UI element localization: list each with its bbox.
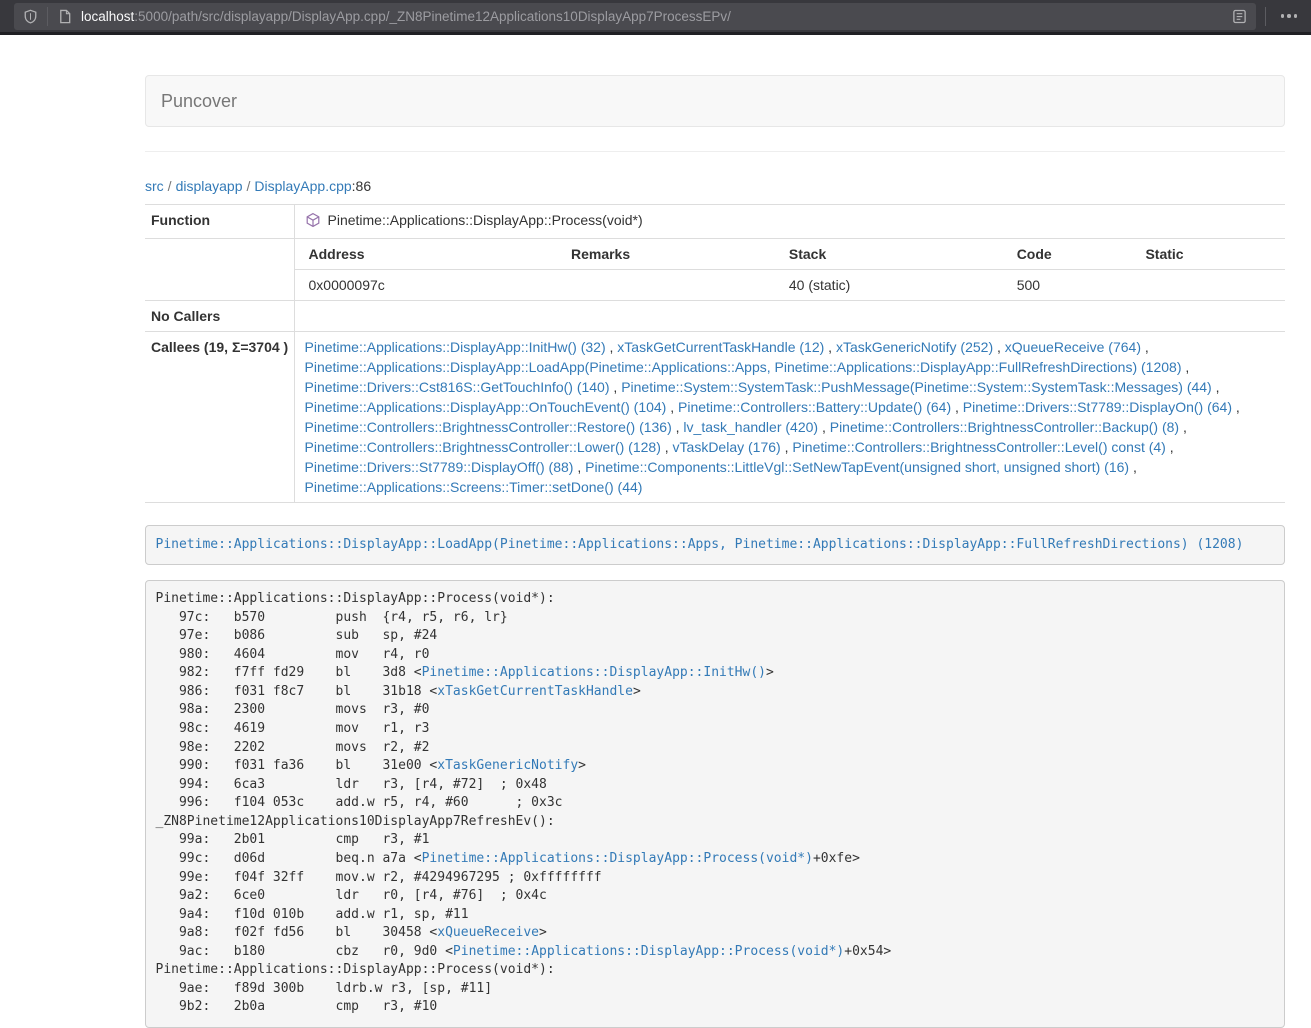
col-header-remarks: Remarks bbox=[557, 239, 775, 270]
breadcrumb-link-file[interactable]: DisplayApp.cpp bbox=[254, 178, 351, 194]
browser-toolbar: localhost:5000/path/src/displayapp/Displ… bbox=[0, 0, 1311, 35]
menu-dots-icon[interactable] bbox=[1275, 14, 1304, 18]
url-text: localhost:5000/path/src/displayapp/Displ… bbox=[81, 9, 1232, 24]
app-brand[interactable]: Puncover bbox=[146, 91, 237, 111]
callee-link[interactable]: Pinetime::Applications::Screens::Timer::… bbox=[305, 479, 643, 495]
callees-row: Callees (19, Σ=3704 ) Pinetime::Applicat… bbox=[145, 332, 1285, 503]
code-value: 500 bbox=[1003, 270, 1132, 301]
callee-link[interactable]: Pinetime::Components::LittleVgl::SetNewT… bbox=[585, 459, 1129, 475]
remarks-value bbox=[557, 270, 775, 301]
asm-symbol-link[interactable]: xTaskGetCurrentTaskHandle bbox=[437, 684, 633, 699]
highlighted-symbol-box: Pinetime::Applications::DisplayApp::Load… bbox=[145, 525, 1285, 565]
breadcrumb-link-displayapp[interactable]: displayapp bbox=[176, 178, 243, 194]
divider bbox=[145, 151, 1285, 152]
asm-symbol-link[interactable]: xQueueReceive bbox=[437, 925, 539, 940]
breadcrumb-separator: / bbox=[243, 178, 255, 194]
no-callers-label: No Callers bbox=[145, 301, 294, 332]
callee-link[interactable]: Pinetime::Applications::DisplayApp::OnTo… bbox=[305, 399, 667, 415]
metrics-row: Address Remarks Stack Code Static 0x0000… bbox=[145, 239, 1285, 301]
callees-list: Pinetime::Applications::DisplayApp::Init… bbox=[294, 332, 1285, 503]
function-label: Function bbox=[145, 205, 294, 239]
no-callers-row: No Callers bbox=[145, 301, 1285, 332]
address-value: 0x0000097c bbox=[295, 270, 557, 301]
url-path: :5000/path/src/displayapp/DisplayApp.cpp… bbox=[134, 9, 731, 24]
toolbar-divider bbox=[1265, 7, 1266, 26]
puncover-page: Puncover src/displayapp/DisplayApp.cpp:8… bbox=[0, 75, 1311, 1028]
callee-link[interactable]: Pinetime::Drivers::Cst816S::GetTouchInfo… bbox=[305, 379, 610, 395]
page-icon bbox=[57, 8, 73, 24]
asm-symbol-link[interactable]: Pinetime::Applications::DisplayApp::Proc… bbox=[453, 944, 844, 959]
callee-link[interactable]: xTaskGetCurrentTaskHandle (12) bbox=[617, 339, 824, 355]
callee-link[interactable]: Pinetime::Drivers::St7789::DisplayOn() (… bbox=[963, 399, 1232, 415]
urlbar-divider bbox=[47, 7, 48, 26]
col-header-address: Address bbox=[295, 239, 557, 270]
reader-mode-icon[interactable] bbox=[1232, 8, 1248, 24]
breadcrumb: src/displayapp/DisplayApp.cpp:86 bbox=[145, 176, 1285, 196]
callee-link[interactable]: Pinetime::Controllers::BrightnessControl… bbox=[305, 439, 661, 455]
callee-link[interactable]: Pinetime::System::SystemTask::PushMessag… bbox=[621, 379, 1212, 395]
callee-link[interactable]: Pinetime::Applications::DisplayApp::Init… bbox=[305, 339, 606, 355]
asm-symbol-link[interactable]: Pinetime::Applications::DisplayApp::Proc… bbox=[422, 851, 813, 866]
metrics-values-row: 0x0000097c 40 (static) 500 bbox=[295, 270, 1286, 301]
asm-symbol-link[interactable]: Pinetime::Applications::DisplayApp::Init… bbox=[422, 665, 766, 680]
callee-link[interactable]: Pinetime::Controllers::Battery::Update()… bbox=[678, 399, 951, 415]
col-header-code: Code bbox=[1003, 239, 1132, 270]
url-bar[interactable]: localhost:5000/path/src/displayapp/Displ… bbox=[14, 3, 1256, 30]
col-header-stack: Stack bbox=[775, 239, 1003, 270]
function-row: Function Pinetime::Applications::Display… bbox=[145, 205, 1285, 239]
static-value bbox=[1131, 270, 1285, 301]
breadcrumb-link-src[interactable]: src bbox=[145, 178, 164, 194]
metrics-table: Address Remarks Stack Code Static 0x0000… bbox=[295, 239, 1286, 300]
breadcrumb-line-number: :86 bbox=[352, 178, 371, 194]
breadcrumb-separator: / bbox=[164, 178, 176, 194]
callees-label: Callees (19, Σ=3704 ) bbox=[145, 332, 294, 503]
col-header-static: Static bbox=[1131, 239, 1285, 270]
callee-link[interactable]: Pinetime::Drivers::St7789::DisplayOff() … bbox=[305, 459, 574, 475]
asm-symbol-link[interactable]: xTaskGenericNotify bbox=[437, 758, 578, 773]
callee-link[interactable]: Pinetime::Controllers::BrightnessControl… bbox=[792, 439, 1165, 455]
function-name: Pinetime::Applications::DisplayApp::Proc… bbox=[328, 210, 643, 230]
url-host: localhost bbox=[81, 9, 134, 24]
callee-link[interactable]: Pinetime::Applications::DisplayApp::Load… bbox=[305, 359, 1182, 375]
highlighted-symbol-link[interactable]: Pinetime::Applications::DisplayApp::Load… bbox=[156, 537, 1244, 552]
assembly-listing: Pinetime::Applications::DisplayApp::Proc… bbox=[145, 580, 1285, 1028]
cube-symbol-icon bbox=[305, 212, 321, 228]
app-navbar: Puncover bbox=[145, 75, 1285, 127]
callee-link[interactable]: vTaskDelay (176) bbox=[673, 439, 781, 455]
callee-link[interactable]: xQueueReceive (764) bbox=[1005, 339, 1141, 355]
callee-link[interactable]: Pinetime::Controllers::BrightnessControl… bbox=[830, 419, 1179, 435]
callee-link[interactable]: lv_task_handler (420) bbox=[683, 419, 818, 435]
callee-link[interactable]: Pinetime::Controllers::BrightnessControl… bbox=[305, 419, 672, 435]
stack-value: 40 (static) bbox=[775, 270, 1003, 301]
callee-link[interactable]: xTaskGenericNotify (252) bbox=[836, 339, 993, 355]
shield-icon[interactable] bbox=[22, 8, 38, 24]
symbol-detail-table: Function Pinetime::Applications::Display… bbox=[145, 204, 1285, 503]
